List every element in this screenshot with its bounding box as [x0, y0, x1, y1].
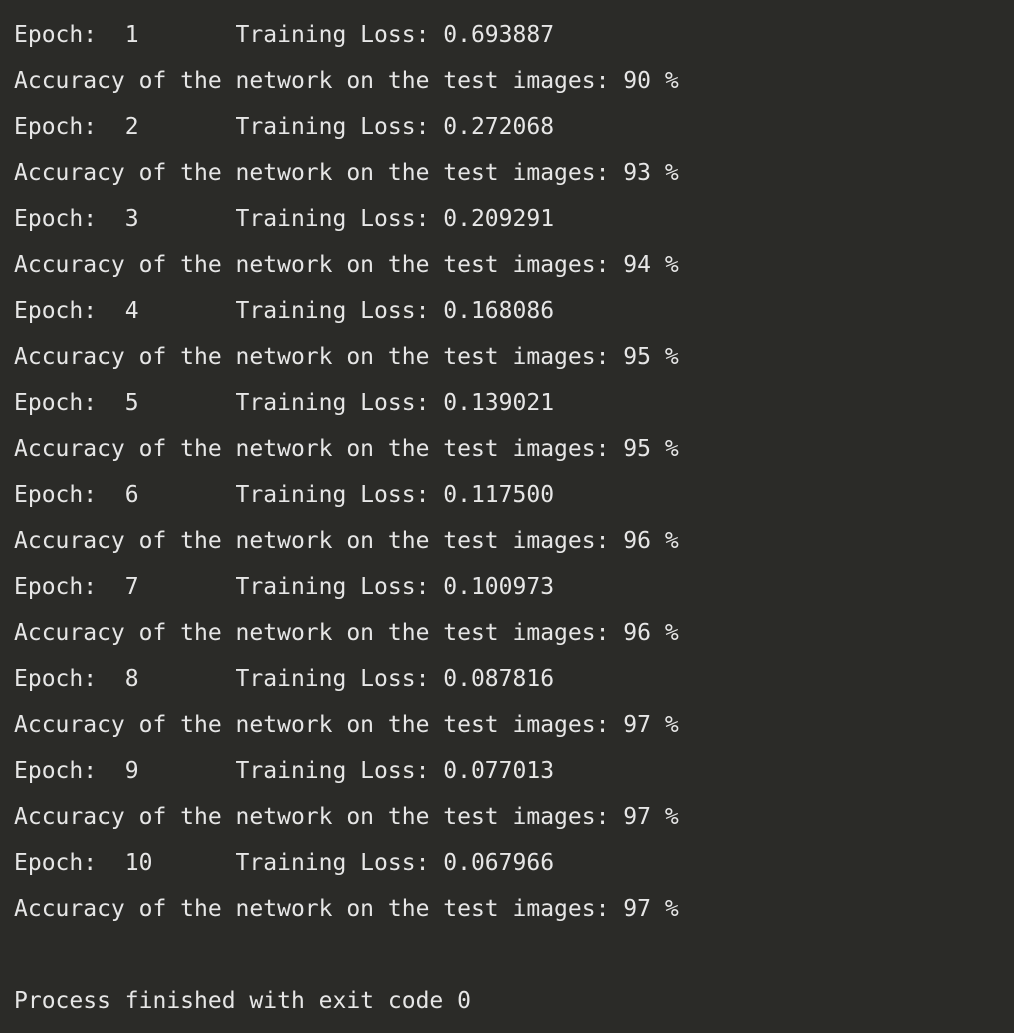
epoch-loss-line: Epoch: 7 Training Loss: 0.100973 [14, 574, 555, 600]
epoch-loss-line: Epoch: 10 Training Loss: 0.067966 [14, 850, 555, 876]
accuracy-line: Accuracy of the network on the test imag… [14, 712, 679, 738]
epoch-loss-line: Epoch: 3 Training Loss: 0.209291 [14, 206, 555, 232]
accuracy-line: Accuracy of the network on the test imag… [14, 160, 679, 186]
accuracy-line: Accuracy of the network on the test imag… [14, 528, 679, 554]
epoch-loss-line: Epoch: 6 Training Loss: 0.117500 [14, 482, 555, 508]
epoch-loss-line: Epoch: 2 Training Loss: 0.272068 [14, 114, 555, 140]
epoch-loss-line: Epoch: 4 Training Loss: 0.168086 [14, 298, 555, 324]
epoch-loss-line: Epoch: 5 Training Loss: 0.139021 [14, 390, 555, 416]
epoch-loss-line: Epoch: 8 Training Loss: 0.087816 [14, 666, 555, 692]
accuracy-line: Accuracy of the network on the test imag… [14, 252, 679, 278]
accuracy-line: Accuracy of the network on the test imag… [14, 436, 679, 462]
console-output-panel[interactable]: Epoch: 1 Training Loss: 0.693887 Accuracy… [0, 0, 1014, 1033]
epoch-loss-line: Epoch: 1 Training Loss: 0.693887 [14, 22, 555, 48]
epoch-loss-line: Epoch: 9 Training Loss: 0.077013 [14, 758, 555, 784]
process-exit-line: Process finished with exit code 0 [14, 988, 471, 1014]
accuracy-line: Accuracy of the network on the test imag… [14, 344, 679, 370]
accuracy-line: Accuracy of the network on the test imag… [14, 804, 679, 830]
accuracy-line: Accuracy of the network on the test imag… [14, 896, 679, 922]
accuracy-line: Accuracy of the network on the test imag… [14, 68, 679, 94]
accuracy-line: Accuracy of the network on the test imag… [14, 620, 679, 646]
